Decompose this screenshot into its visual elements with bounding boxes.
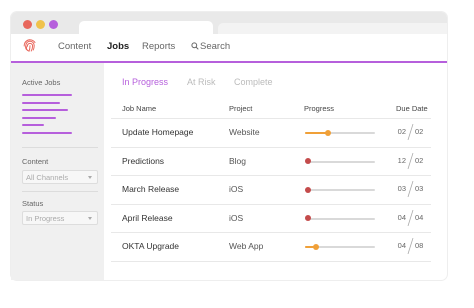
status-filter-label: Status [22,199,44,208]
progress-track[interactable] [305,215,375,222]
row-divider [111,118,431,119]
due-date-cell: 12 02 [393,152,431,169]
nav-search-link[interactable]: Search [200,41,230,52]
fingerprint-logo-icon[interactable] [22,37,38,53]
due-day: 08 [415,241,424,251]
due-day: 03 [415,184,424,194]
maximize-window-icon[interactable] [49,20,58,29]
progress-track[interactable] [305,129,375,136]
due-day: 02 [415,155,424,165]
date-separator [407,152,414,169]
due-date-cell: 02 02 [393,124,431,140]
due-month: 12 [397,155,406,165]
close-window-icon[interactable] [23,20,32,29]
job-name-cell[interactable]: Update Homepage [122,127,193,137]
tab-in-progress[interactable]: In Progress [122,77,168,87]
search-icon[interactable] [191,42,199,50]
due-day: 02 [415,127,424,136]
nav-item-jobs[interactable]: Jobs [107,41,129,52]
due-month: 04 [397,212,406,222]
tab-complete[interactable]: Complete [234,77,273,87]
status-select[interactable]: In Progress [22,211,98,225]
column-header-job-name[interactable]: Job Name [122,104,156,113]
tab-at-risk[interactable]: At Risk [187,77,216,87]
project-cell: iOS [229,184,244,195]
active-job-link[interactable] [22,109,68,111]
browser-tab[interactable] [79,21,213,34]
progress-handle[interactable] [305,186,311,193]
due-month: 04 [397,241,406,251]
row-divider [111,175,431,177]
sidebar: Active Jobs Content All Channels Status … [11,63,104,280]
nav-item-reports[interactable]: Reports [142,41,175,52]
row-divider [111,203,431,205]
active-job-link[interactable] [22,117,56,119]
date-separator [407,209,414,226]
active-job-link[interactable] [22,94,72,96]
sidebar-divider [22,191,98,192]
browser-tab-strip [218,23,447,34]
project-cell: Web App [229,241,264,252]
due-date-cell: 04 04 [393,209,431,226]
progress-track[interactable] [305,186,375,193]
project-cell: iOS [229,212,244,223]
due-date-cell: 04 08 [393,238,431,255]
due-date-cell: 03 03 [393,181,431,198]
content-select-value: All Channels [26,173,69,182]
content-select[interactable]: All Channels [22,170,98,184]
job-name-cell[interactable]: Predictions [122,156,164,166]
active-job-link[interactable] [22,124,44,126]
due-day: 04 [415,212,424,222]
job-name-cell[interactable]: March Release [122,184,179,194]
due-month: 03 [397,184,406,194]
date-separator [407,238,414,255]
window-titlebar [11,12,447,34]
active-job-link[interactable] [22,132,72,134]
minimize-window-icon[interactable] [36,20,45,29]
column-header-progress[interactable]: Progress [304,104,334,113]
column-header-project[interactable]: Project [229,104,252,113]
progress-handle[interactable] [325,129,332,136]
date-separator [407,124,414,140]
due-month: 02 [397,127,406,136]
project-cell: Website [229,127,260,137]
status-select-value: In Progress [26,214,65,223]
sidebar-divider [22,147,98,148]
active-jobs-label: Active Jobs [22,78,61,87]
progress-handle[interactable] [312,243,319,250]
column-header-due-date[interactable]: Due Date [396,104,428,113]
content-filter-label: Content [22,157,49,166]
job-name-cell[interactable]: OKTA Upgrade [122,241,179,251]
chevron-down-icon [88,176,92,179]
progress-track[interactable] [305,158,375,165]
project-cell: Blog [229,155,247,166]
row-divider [111,146,431,148]
date-separator [407,181,414,198]
chevron-down-icon [88,217,92,220]
row-divider [111,232,431,234]
job-name-cell[interactable]: April Release [122,213,173,223]
nav-item-content[interactable]: Content [58,41,91,52]
active-job-link[interactable] [22,102,60,104]
row-divider [111,261,431,262]
